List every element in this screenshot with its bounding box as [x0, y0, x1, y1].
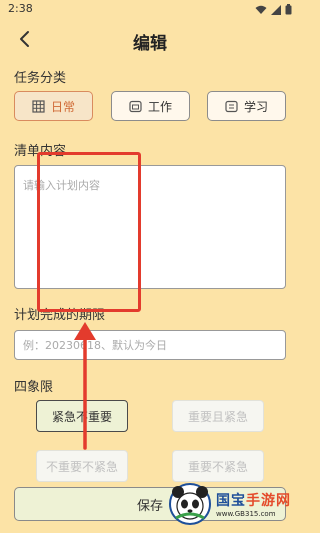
category-work-label: 工作 — [147, 99, 172, 114]
watermark-brand: 国宝手游网 — [216, 490, 291, 510]
battery-icon — [285, 4, 292, 15]
deadline-field-container — [14, 330, 286, 360]
annotation-arrow-icon — [74, 322, 96, 450]
calendar-grid-icon — [32, 99, 45, 113]
watermark-url: www.GB315.com — [216, 510, 276, 518]
status-time: 2:38 — [8, 2, 33, 15]
category-daily-label: 日常 — [50, 99, 75, 114]
watermark-logo: 国宝手游网 www.GB315.com — [168, 481, 296, 527]
category-section-label: 任务分类 — [14, 71, 67, 86]
quadrant-important-not-urgent-button[interactable]: 重要不紧急 — [172, 450, 264, 482]
signal-icon — [271, 4, 281, 15]
briefcase-icon — [129, 100, 142, 112]
deadline-input[interactable] — [21, 337, 279, 353]
annotation-highlight-box — [37, 152, 141, 312]
quadrant-important-urgent-button[interactable]: 重要且紧急 — [172, 400, 264, 432]
watermark-text: 国宝手游网 www.GB315.com — [216, 490, 291, 518]
category-study-button[interactable]: 学习 — [207, 91, 286, 121]
wifi-icon — [255, 5, 267, 14]
status-icons — [255, 4, 292, 15]
page-title: 编辑 — [133, 34, 167, 54]
category-work-button[interactable]: 工作 — [111, 91, 190, 121]
panda-logo-icon — [169, 483, 211, 525]
quadrant-not-important-not-urgent-button[interactable]: 不重要不紧急 — [36, 450, 128, 482]
monitor-icon — [225, 100, 238, 112]
watermark-brand-b: 手游网 — [246, 493, 291, 509]
watermark-brand-a: 国宝 — [216, 493, 246, 509]
category-study-label: 学习 — [243, 99, 268, 114]
status-bar: 2:38 — [0, 0, 300, 20]
quadrant-section-label: 四象限 — [14, 380, 54, 395]
app-header: 编辑 — [0, 24, 300, 56]
category-daily-button[interactable]: 日常 — [14, 91, 93, 121]
